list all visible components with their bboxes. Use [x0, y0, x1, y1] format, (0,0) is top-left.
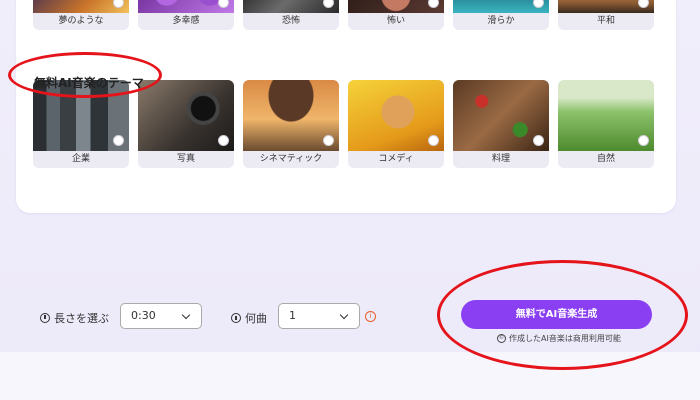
mood-label: 怖い [386, 16, 405, 26]
theme-tile-nature[interactable]: 自然 [558, 80, 654, 168]
comedy-image [348, 80, 444, 151]
horror-image [243, 0, 339, 13]
highlight-circle [8, 52, 162, 98]
dreamy-image [33, 0, 129, 13]
theme-panel: 夢のような 多幸感 恐怖 怖い 滑らか 平和 企業 写真 シネマティック コメデ… [16, 0, 676, 213]
count-label-group: 何曲 [231, 310, 267, 326]
mood-label: 夢のような [58, 16, 104, 26]
theme-tile-cooking[interactable]: 料理 [453, 80, 549, 168]
mood-tile-euphoria[interactable]: 多幸感 [138, 0, 234, 30]
mood-label: 滑らか [487, 16, 515, 26]
theme-tile-photo[interactable]: 写真 [138, 80, 234, 168]
peaceful-image [558, 0, 654, 13]
count-value: 1 [289, 309, 296, 322]
info-icon[interactable]: i [365, 311, 376, 322]
length-value: 0:30 [131, 309, 156, 322]
smooth-image [453, 0, 549, 13]
music-note-icon [231, 313, 241, 323]
count-label: 何曲 [245, 312, 267, 325]
mood-label: 恐怖 [281, 16, 300, 26]
euphoria-image [138, 0, 234, 13]
mood-label: 平和 [596, 16, 615, 26]
radio-icon[interactable] [638, 0, 649, 8]
radio-icon[interactable] [533, 0, 544, 8]
radio-icon[interactable] [113, 135, 124, 146]
chevron-down-icon [339, 310, 349, 320]
radio-icon[interactable] [323, 135, 334, 146]
length-label: 長さを選ぶ [54, 312, 109, 325]
mood-tile-scary[interactable]: 怖い [348, 0, 444, 30]
length-label-group: 長さを選ぶ [40, 310, 109, 326]
radio-icon[interactable] [638, 135, 649, 146]
radio-icon[interactable] [428, 135, 439, 146]
cooking-image [453, 80, 549, 151]
radio-icon[interactable] [218, 0, 229, 8]
mood-tile-horror[interactable]: 恐怖 [243, 0, 339, 30]
mood-tile-peaceful[interactable]: 平和 [558, 0, 654, 30]
theme-label: 自然 [596, 154, 615, 164]
radio-icon[interactable] [218, 135, 229, 146]
theme-label: 企業 [71, 154, 90, 164]
radio-icon[interactable] [428, 0, 439, 8]
theme-label: 写真 [176, 154, 195, 164]
theme-tile-cinematic[interactable]: シネマティック [243, 80, 339, 168]
highlight-circle [437, 260, 688, 370]
radio-icon[interactable] [113, 0, 124, 8]
mood-label: 多幸感 [172, 16, 200, 26]
radio-icon[interactable] [323, 0, 334, 8]
theme-label: シネマティック [259, 154, 323, 164]
theme-tile-comedy[interactable]: コメディ [348, 80, 444, 168]
scary-image [348, 0, 444, 13]
photo-image [138, 80, 234, 151]
radio-icon[interactable] [533, 135, 544, 146]
length-select[interactable]: 0:30 [120, 303, 202, 329]
theme-label: 料理 [491, 154, 510, 164]
mood-tile-dreamy[interactable]: 夢のような [33, 0, 129, 30]
chevron-down-icon [181, 310, 191, 320]
nature-image [558, 80, 654, 151]
count-select[interactable]: 1 [278, 303, 360, 329]
theme-label: コメディ [378, 154, 414, 164]
mood-tile-smooth[interactable]: 滑らか [453, 0, 549, 30]
clock-icon [40, 313, 50, 323]
cinematic-image [243, 80, 339, 151]
